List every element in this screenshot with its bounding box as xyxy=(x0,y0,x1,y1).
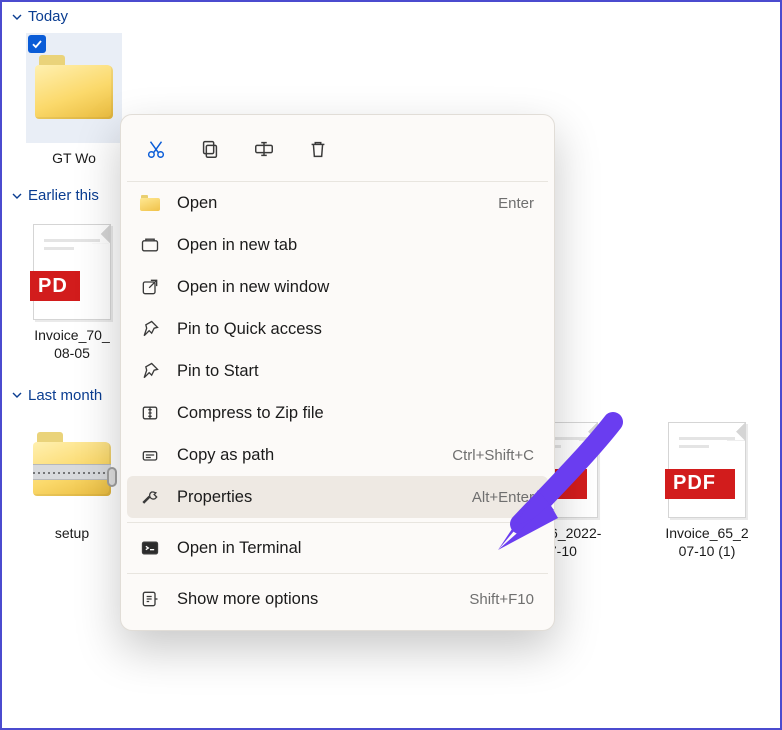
menu-open-new-tab[interactable]: Open in new tab xyxy=(127,224,548,266)
pin-icon xyxy=(139,360,161,382)
zip-icon xyxy=(139,402,161,424)
menu-open-new-window[interactable]: Open in new window xyxy=(127,266,548,308)
file-item-pdf[interactable]: PD Invoice_70_ 08-05 xyxy=(24,224,120,362)
group-header-today[interactable]: Today xyxy=(2,2,780,29)
folder-open-icon xyxy=(139,192,161,214)
file-label: GT Wo xyxy=(52,149,96,167)
tab-icon xyxy=(139,234,161,256)
pdf-band: PDF xyxy=(665,469,735,499)
file-item-pdf[interactable]: PDF Invoice_65_2 07-10 (1) xyxy=(648,422,766,560)
file-label: setup xyxy=(55,524,89,542)
context-toolbar xyxy=(127,123,548,181)
pdf-band: PD xyxy=(30,271,80,301)
more-options-icon xyxy=(139,588,161,610)
copy-path-icon xyxy=(139,444,161,466)
menu-open-terminal[interactable]: Open in Terminal xyxy=(127,527,548,569)
zip-folder-icon xyxy=(33,432,111,498)
group-label: Today xyxy=(28,8,68,25)
group-label: Last month xyxy=(28,387,102,404)
menu-compress-zip[interactable]: Compress to Zip file xyxy=(127,392,548,434)
check-icon xyxy=(28,35,46,53)
pdf-icon: PDF xyxy=(668,422,746,518)
menu-open[interactable]: Open Enter xyxy=(127,182,548,224)
external-window-icon xyxy=(139,276,161,298)
folder-icon xyxy=(35,55,113,121)
menu-pin-start[interactable]: Pin to Start xyxy=(127,350,548,392)
file-label: Invoice_65_2 07-10 (1) xyxy=(665,524,748,560)
file-label: Invoice_70_ 08-05 xyxy=(34,326,110,362)
context-menu: Open Enter Open in new tab Open in new w… xyxy=(120,114,555,631)
menu-show-more-options[interactable]: Show more options Shift+F10 xyxy=(127,578,548,620)
chevron-down-icon xyxy=(12,390,22,400)
chevron-down-icon xyxy=(12,191,22,201)
menu-pin-quick-access[interactable]: Pin to Quick access xyxy=(127,308,548,350)
menu-properties[interactable]: Properties Alt+Enter xyxy=(127,476,548,518)
copy-button[interactable] xyxy=(189,129,231,169)
group-label: Earlier this xyxy=(28,187,99,204)
chevron-down-icon xyxy=(12,12,22,22)
file-item-folder-selected[interactable]: GT Wo xyxy=(24,33,124,167)
rename-button[interactable] xyxy=(243,129,285,169)
terminal-icon xyxy=(139,537,161,559)
wrench-icon xyxy=(139,486,161,508)
pdf-icon: PD xyxy=(33,224,111,320)
file-item-zip[interactable]: setup xyxy=(24,422,120,542)
menu-copy-path[interactable]: Copy as path Ctrl+Shift+C xyxy=(127,434,548,476)
cut-button[interactable] xyxy=(135,129,177,169)
delete-button[interactable] xyxy=(297,129,339,169)
pin-icon xyxy=(139,318,161,340)
